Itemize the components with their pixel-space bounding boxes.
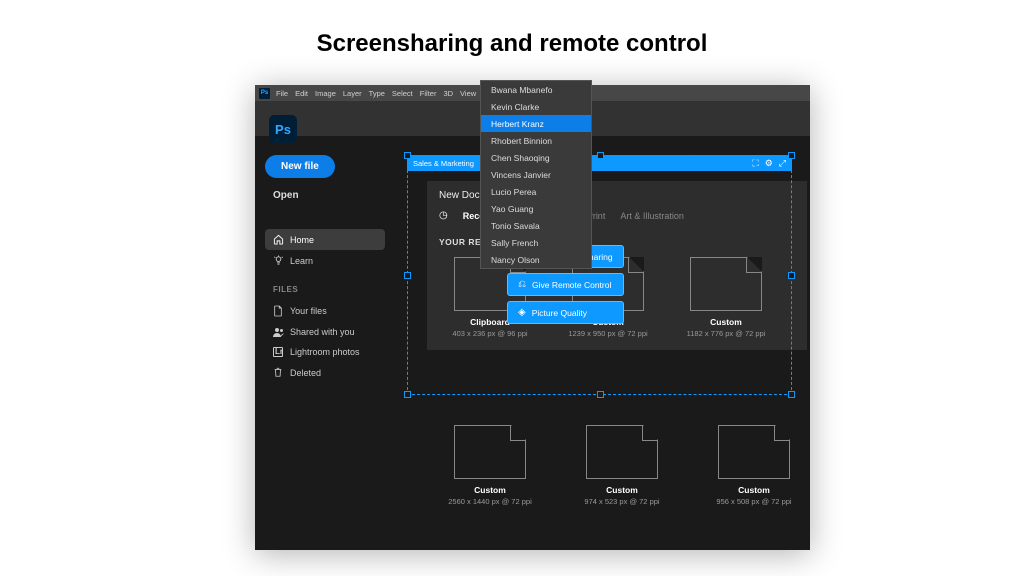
sidebar-item-label: Home xyxy=(290,235,314,245)
preset-name: Custom xyxy=(710,317,742,327)
recent-icon: ◷ xyxy=(439,210,448,221)
diamond-icon: ◈ xyxy=(518,307,526,318)
person-item[interactable]: Sally French xyxy=(481,234,591,251)
person-item[interactable]: Lucio Perea xyxy=(481,183,591,200)
preset-name: Custom xyxy=(474,485,506,495)
menu-layer[interactable]: Layer xyxy=(343,89,362,98)
person-item[interactable]: Tonio Savala xyxy=(481,217,591,234)
people-dropdown[interactable]: Bwana Mbanefo Kevin Clarke Herbert Kranz… xyxy=(480,80,592,269)
menu-filter[interactable]: Filter xyxy=(420,89,437,98)
menu-select[interactable]: Select xyxy=(392,89,413,98)
monitor-icon[interactable]: ⛶ xyxy=(752,158,758,169)
preset-item[interactable]: Custom 2560 x 1440 px @ 72 ppi xyxy=(445,425,535,506)
preset-item[interactable]: Custom 1182 x 776 px @ 72 ppi xyxy=(681,257,771,338)
preset-name: Custom xyxy=(738,485,770,495)
sidebar-item-label: Shared with you xyxy=(290,327,355,337)
menu-file[interactable]: File xyxy=(276,89,288,98)
sidebar-item-deleted[interactable]: Deleted xyxy=(265,362,385,383)
person-item[interactable]: Vincens Janvier xyxy=(481,166,591,183)
menu-3d[interactable]: 3D xyxy=(443,89,453,98)
preset-thumb-icon xyxy=(690,257,762,311)
expand-icon[interactable]: ⤢ xyxy=(779,158,786,169)
ps-badge-icon: Ps xyxy=(259,88,270,99)
preset-thumb-icon xyxy=(718,425,790,479)
lightbulb-icon xyxy=(273,255,283,266)
preset-thumb-icon xyxy=(586,425,658,479)
ps-logo-icon: Ps xyxy=(269,115,297,143)
preset-dims: 956 x 508 px @ 72 ppi xyxy=(716,497,791,506)
preset-name: Custom xyxy=(606,485,638,495)
sidebar-item-your-files[interactable]: Your files xyxy=(265,300,385,322)
preset-dims: 1182 x 776 px @ 72 ppi xyxy=(687,329,766,338)
picture-quality-button[interactable]: ◈ Picture Quality xyxy=(507,301,624,324)
person-item[interactable]: Chen Shaoqing xyxy=(481,149,591,166)
menu-view[interactable]: View xyxy=(460,89,476,98)
preset-item[interactable]: Custom 956 x 508 px @ 72 ppi xyxy=(709,425,799,506)
sidebar-item-shared[interactable]: Shared with you xyxy=(265,322,385,342)
people-icon xyxy=(273,327,283,337)
remote-icon: ⎌ xyxy=(518,279,526,290)
sidebar-item-home[interactable]: Home xyxy=(265,229,385,250)
preset-item[interactable]: Custom 974 x 523 px @ 72 ppi xyxy=(577,425,667,506)
preset-dims: 403 x 236 px @ 96 ppi xyxy=(452,329,527,338)
person-item[interactable]: Nancy Olson xyxy=(481,251,591,268)
screenshare-label: Sales & Marketing xyxy=(413,159,474,168)
tab-art[interactable]: Art & Illustration xyxy=(620,211,684,221)
person-item[interactable]: Rhobert Binnion xyxy=(481,132,591,149)
sidebar-item-label: Lightroom photos xyxy=(290,347,360,357)
preset-dims: 2560 x 1440 px @ 72 ppi xyxy=(448,497,532,506)
trash-icon xyxy=(273,367,283,378)
sidebar-item-learn[interactable]: Learn xyxy=(265,250,385,271)
button-label: Picture Quality xyxy=(532,308,587,318)
give-remote-control-button[interactable]: ⎌ Give Remote Control xyxy=(507,273,624,296)
menu-edit[interactable]: Edit xyxy=(295,89,308,98)
lightroom-icon: Lr xyxy=(273,347,283,357)
preset-name: Clipboard xyxy=(470,317,510,327)
home-icon xyxy=(273,234,283,245)
menu-type[interactable]: Type xyxy=(369,89,385,98)
sidebar-item-lightroom[interactable]: Lr Lightroom photos xyxy=(265,342,385,362)
menu-image[interactable]: Image xyxy=(315,89,336,98)
person-item[interactable]: Yao Guang xyxy=(481,200,591,217)
sidebar-item-label: Your files xyxy=(290,306,327,316)
person-item[interactable]: Herbert Kranz xyxy=(481,115,591,132)
document-icon xyxy=(273,305,283,317)
preset-dims: 974 x 523 px @ 72 ppi xyxy=(584,497,659,506)
sidebar-item-label: Deleted xyxy=(290,368,321,378)
preset-thumb-icon xyxy=(454,425,526,479)
page-title: Screensharing and remote control xyxy=(0,0,1024,58)
new-file-button[interactable]: New file xyxy=(265,155,335,178)
person-item[interactable]: Bwana Mbanefo xyxy=(481,81,591,98)
sidebar-item-label: Learn xyxy=(290,256,313,266)
main-area: Sales & Marketing ⛶ ⚙ ⤢ New Document ◷ R… xyxy=(397,155,810,550)
button-label: Give Remote Control xyxy=(532,280,611,290)
files-section-label: FILES xyxy=(273,285,385,294)
preset-dims: 1239 x 950 px @ 72 ppi xyxy=(568,329,647,338)
screenshare-header[interactable]: Sales & Marketing ⛶ ⚙ ⤢ xyxy=(407,155,792,171)
sidebar: New file Open Home Learn FILES Your file… xyxy=(255,155,395,383)
person-item[interactable]: Kevin Clarke xyxy=(481,98,591,115)
open-button[interactable]: Open xyxy=(265,190,385,201)
gear-icon[interactable]: ⚙ xyxy=(765,158,773,169)
